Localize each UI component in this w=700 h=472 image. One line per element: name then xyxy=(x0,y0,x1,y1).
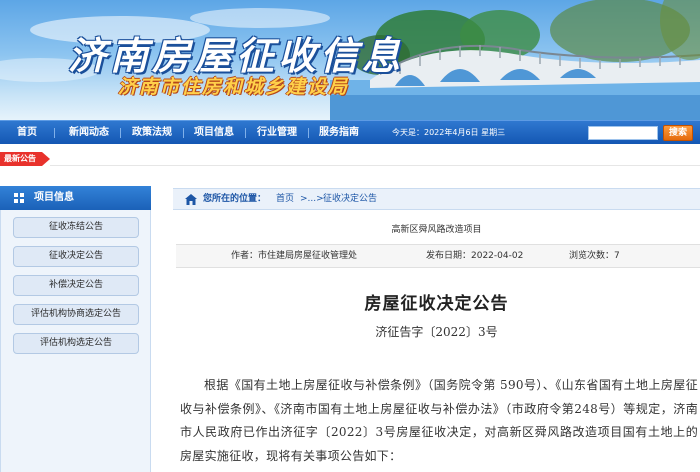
breadcrumb-home-link[interactable]: 首页 xyxy=(276,189,294,209)
document-number: 济征告字〔2022〕3号 xyxy=(375,325,498,339)
nav-divider xyxy=(120,128,121,138)
sidebar-title: 项目信息 xyxy=(34,192,74,203)
article-view-count: 浏览次数：7 xyxy=(569,251,620,261)
article-publish-date: 发布日期：2022-04-02 xyxy=(426,251,524,261)
nav-item-policy[interactable]: 政策法规 xyxy=(132,121,172,145)
current-date: 今天是：2022年4月6日 星期三 xyxy=(392,128,506,137)
main-nav: 首页 新闻动态 政策法规 项目信息 行业管理 服务指南 今天是：2022年4月6… xyxy=(0,120,700,144)
nav-divider xyxy=(308,128,309,138)
breadcrumb: 您所在的位置： 首页 >...> 征收决定公告 xyxy=(173,188,700,210)
article-title: 房屋征收决定公告 xyxy=(364,294,509,314)
nav-divider xyxy=(245,128,246,138)
nav-divider xyxy=(183,128,184,138)
latest-notice-tag[interactable]: 最新公告 xyxy=(0,152,50,166)
sidebar-header: 项目信息 xyxy=(0,186,151,210)
sidebar-item-appraiser-negotiation-notice[interactable]: 评估机构协商选定公告 xyxy=(13,304,139,325)
sidebar-item-appraiser-selection-notice[interactable]: 评估机构选定公告 xyxy=(13,333,139,354)
sidebar-item-decision-notice[interactable]: 征收决定公告 xyxy=(13,246,139,267)
grid-icon xyxy=(14,193,24,203)
sidebar-item-compensation-notice[interactable]: 补偿决定公告 xyxy=(13,275,139,296)
nav-item-services[interactable]: 服务指南 xyxy=(319,121,359,145)
notice-divider xyxy=(50,165,700,166)
breadcrumb-current-link[interactable]: 征收决定公告 xyxy=(323,189,377,209)
nav-item-news[interactable]: 新闻动态 xyxy=(69,121,109,145)
nav-item-home[interactable]: 首页 xyxy=(17,121,37,145)
nav-item-industry[interactable]: 行业管理 xyxy=(257,121,297,145)
article-body: 根据《国有土地上房屋征收与补偿条例》（国务院令第 590号）、《山东省国有土地上… xyxy=(180,378,698,463)
article-author: 作者：市住建局房屋征收管理处 xyxy=(231,251,358,261)
sidebar-item-freeze-notice[interactable]: 征收冻结公告 xyxy=(13,217,139,238)
article-meta: 作者：市住建局房屋征收管理处 发布日期：2022-04-02 浏览次数：7 xyxy=(176,244,700,268)
home-icon xyxy=(185,194,197,205)
nav-divider xyxy=(54,128,55,138)
search-button[interactable]: 搜索 xyxy=(663,125,693,141)
breadcrumb-label: 您所在的位置： xyxy=(203,194,267,204)
nav-item-projects[interactable]: 项目信息 xyxy=(194,121,234,145)
sidebar-menu: 征收冻结公告 征收决定公告 补偿决定公告 评估机构协商选定公告 评估机构选定公告 xyxy=(0,210,151,472)
project-name: 高新区舜风路改造项目 xyxy=(391,225,482,235)
site-subtitle: 济南市住房和城乡建设局 xyxy=(118,76,350,98)
search-input[interactable] xyxy=(588,126,658,140)
breadcrumb-ellipsis: >...> xyxy=(300,194,324,204)
site-banner: 济南房屋征收信息 济南市住房和城乡建设局 xyxy=(0,0,700,120)
